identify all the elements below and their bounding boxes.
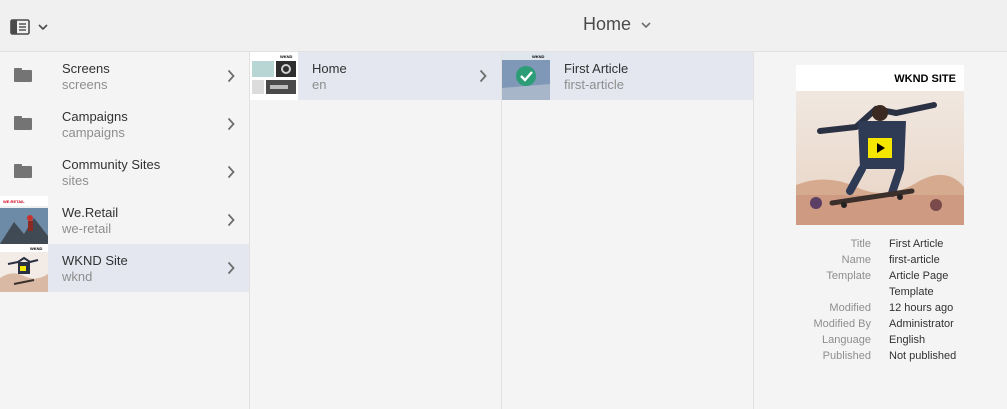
selection-check-icon	[516, 66, 536, 86]
preview-brand: WKND SITE	[894, 73, 956, 85]
rail-toggle-icon	[10, 19, 30, 35]
item-title: Campaigns	[62, 109, 128, 124]
column-wknd: WKND Home en	[250, 52, 502, 409]
meta-key: Modified By	[813, 318, 871, 330]
item-name: wknd	[62, 269, 93, 284]
list-item-campaigns[interactable]: Campaigns campaigns	[0, 100, 249, 148]
svg-text:WKND: WKND	[532, 54, 545, 59]
meta-row: Modified By Administrator	[754, 318, 1007, 334]
item-title: We.Retail	[62, 205, 119, 220]
wknd-thumbnail: WKND	[0, 244, 48, 292]
we-retail-thumbnail: WE.RETAIL	[0, 196, 48, 244]
meta-value: 12 hours ago	[889, 302, 954, 314]
chevron-right-icon	[227, 69, 235, 83]
meta-key: Title	[850, 238, 871, 250]
item-name: we-retail	[62, 221, 112, 236]
chevron-right-icon	[227, 261, 235, 275]
home-page-thumbnail: WKND	[250, 52, 298, 100]
preview-thumbnail: WKND SITE	[796, 65, 964, 225]
meta-row: Language English	[754, 334, 1007, 350]
meta-value: Not published	[889, 350, 957, 362]
folder-icon	[14, 68, 32, 82]
item-title: First Article	[564, 61, 629, 76]
meta-row: Published Not published	[754, 350, 1007, 366]
item-title: Screens	[62, 61, 110, 76]
meta-row: Modified 12 hours ago	[754, 302, 1007, 318]
folder-icon	[14, 164, 32, 178]
list-item-first-article[interactable]: WKND First Article first-article	[502, 52, 753, 100]
list-item-screens[interactable]: Screens screens	[0, 52, 249, 100]
meta-key: Template	[826, 270, 871, 282]
meta-value: English	[889, 334, 926, 346]
item-name: sites	[62, 173, 89, 188]
list-item-we-retail[interactable]: WE.RETAIL We.Retail we-retail	[0, 196, 249, 244]
page-title-dropdown[interactable]: Home	[583, 14, 651, 35]
top-bar: Home	[0, 0, 1007, 52]
item-name: first-article	[564, 77, 624, 92]
column-home: WKND First Article first-article	[502, 52, 754, 409]
meta-row: Title First Article	[754, 238, 1007, 254]
rail-toggle-button[interactable]	[10, 14, 58, 40]
meta-value: Template	[889, 286, 934, 298]
page-title: Home	[583, 14, 632, 34]
column-view: Screens screens Campaigns campaigns Comm…	[0, 52, 1007, 409]
chevron-right-icon	[479, 69, 487, 83]
chevron-down-icon	[38, 24, 48, 31]
meta-key: Modified	[829, 302, 871, 314]
preview-panel: WKND SITE Title First Article Name first…	[754, 52, 1007, 409]
item-name: campaigns	[62, 125, 125, 140]
item-title: WKND Site	[62, 253, 128, 268]
meta-key: Language	[822, 334, 871, 346]
svg-text:WE.RETAIL: WE.RETAIL	[3, 199, 25, 204]
chevron-right-icon	[227, 213, 235, 227]
meta-key: Name	[841, 254, 871, 266]
svg-text:WKND: WKND	[30, 246, 43, 251]
item-title: Community Sites	[62, 157, 161, 172]
meta-value: Administrator	[889, 318, 954, 330]
meta-value: Article Page	[889, 270, 949, 282]
chevron-down-icon	[641, 21, 651, 28]
item-title: Home	[312, 61, 347, 76]
item-name: screens	[62, 77, 108, 92]
svg-text:WKND: WKND	[280, 54, 293, 59]
meta-row: Name first-article	[754, 254, 1007, 270]
meta-row: Template Article Page	[754, 270, 1007, 286]
list-item-home[interactable]: WKND Home en	[250, 52, 501, 100]
meta-value: First Article	[889, 238, 944, 250]
chevron-right-icon	[227, 165, 235, 179]
item-name: en	[312, 77, 327, 92]
chevron-right-icon	[227, 117, 235, 131]
column-root: Screens screens Campaigns campaigns Comm…	[0, 52, 250, 409]
meta-key: Published	[822, 350, 871, 362]
meta-row: Template	[754, 286, 1007, 302]
meta-value: first-article	[889, 254, 940, 266]
list-item-wknd-site[interactable]: WKND WKND Site wknd	[0, 244, 249, 292]
list-item-community-sites[interactable]: Community Sites sites	[0, 148, 249, 196]
first-article-thumbnail: WKND	[502, 52, 550, 100]
folder-icon	[14, 116, 32, 130]
